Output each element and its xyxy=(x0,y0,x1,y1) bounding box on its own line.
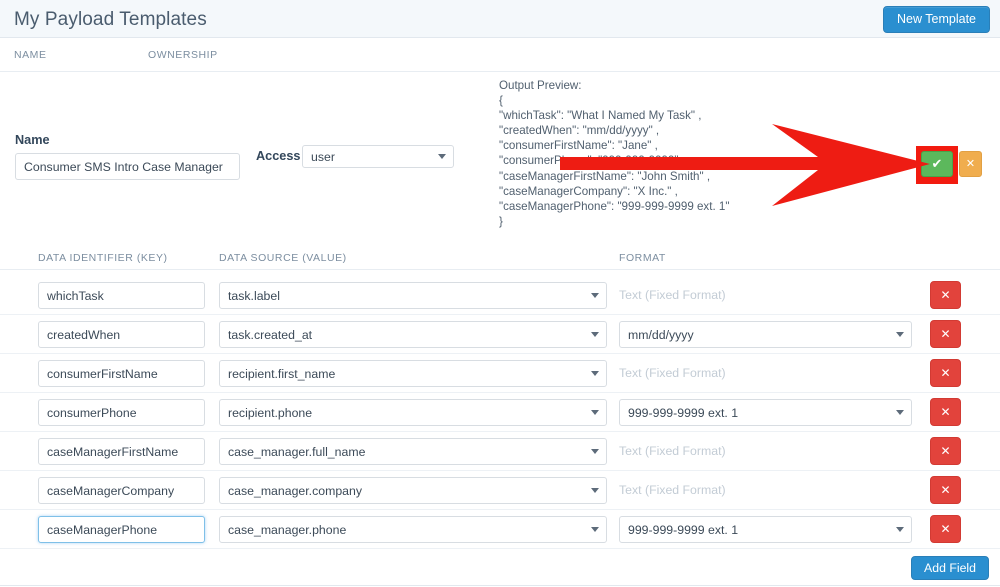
column-header-name: NAME xyxy=(14,49,47,61)
table-row: recipient.phone 999-999-9999 ext. 1 ✕ xyxy=(0,393,1000,432)
field-source-select-wrapper: recipient.first_name xyxy=(219,360,607,387)
page-title: My Payload Templates xyxy=(14,9,207,30)
field-source-select[interactable]: case_manager.full_name xyxy=(219,438,607,465)
field-format-select[interactable]: 999-999-9999 ext. 1 xyxy=(619,516,912,543)
table-row: recipient.first_name Text (Fixed Format) ✕ xyxy=(0,354,1000,393)
column-header-source: DATA SOURCE (VALUE) xyxy=(219,252,347,264)
template-name-input[interactable] xyxy=(15,153,240,180)
access-select[interactable]: user xyxy=(302,145,454,168)
field-source-select[interactable]: task.created_at xyxy=(219,321,607,348)
delete-field-button[interactable]: ✕ xyxy=(930,515,961,543)
field-key-input[interactable] xyxy=(38,516,205,543)
template-list-header: NAME OWNERSHIP xyxy=(0,39,1000,72)
access-select-wrapper: user xyxy=(302,145,454,168)
field-format-select-wrapper: mm/dd/yyyy xyxy=(619,321,912,348)
table-row: task.label Text (Fixed Format) ✕ xyxy=(0,276,1000,315)
delete-field-button[interactable]: ✕ xyxy=(930,281,961,309)
add-field-button[interactable]: Add Field xyxy=(911,556,989,580)
field-key-input[interactable] xyxy=(38,360,205,387)
field-source-select-wrapper: case_manager.full_name xyxy=(219,438,607,465)
cancel-edit-button[interactable]: ✕ xyxy=(959,151,982,177)
field-source-select-wrapper: recipient.phone xyxy=(219,399,607,426)
fields-table-body: task.labelText (Fixed Format)✕task.creat… xyxy=(0,276,1000,549)
column-header-format: FORMAT xyxy=(619,252,666,264)
field-key-input[interactable] xyxy=(38,477,205,504)
save-template-button[interactable]: ✔ xyxy=(921,151,953,177)
field-source-select[interactable]: recipient.phone xyxy=(219,399,607,426)
delete-field-button[interactable]: ✕ xyxy=(930,476,961,504)
fields-table-header: DATA IDENTIFIER (KEY) DATA SOURCE (VALUE… xyxy=(0,248,1000,270)
delete-field-button[interactable]: ✕ xyxy=(930,359,961,387)
field-format-select[interactable]: 999-999-9999 ext. 1 xyxy=(619,399,912,426)
access-label: Access xyxy=(256,149,301,163)
field-key-input[interactable] xyxy=(38,438,205,465)
field-source-select[interactable]: case_manager.phone xyxy=(219,516,607,543)
field-source-select-wrapper: task.created_at xyxy=(219,321,607,348)
delete-field-button[interactable]: ✕ xyxy=(930,437,961,465)
field-source-select-wrapper: case_manager.phone xyxy=(219,516,607,543)
table-row: case_manager.full_name Text (Fixed Format… xyxy=(0,432,1000,471)
field-source-select[interactable]: case_manager.company xyxy=(219,477,607,504)
output-preview: Output Preview: { "whichTask": "What I N… xyxy=(499,79,730,228)
field-key-input[interactable] xyxy=(38,321,205,348)
table-row: case_manager.company Text (Fixed Format) ✕ xyxy=(0,471,1000,510)
footer-divider xyxy=(0,585,1000,586)
field-format-static-text: Text (Fixed Format) xyxy=(619,444,726,458)
payload-template-editor-page: My Payload Templates New Template NAME O… xyxy=(0,0,1000,587)
field-format-static-text: Text (Fixed Format) xyxy=(619,288,726,302)
table-row: task.created_at mm/dd/yyyy ✕ xyxy=(0,315,1000,354)
field-format-static-text: Text (Fixed Format) xyxy=(619,366,726,380)
field-format-static-text: Text (Fixed Format) xyxy=(619,483,726,497)
field-key-input[interactable] xyxy=(38,399,205,426)
field-format-select-wrapper: 999-999-9999 ext. 1 xyxy=(619,516,912,543)
field-source-select[interactable]: recipient.first_name xyxy=(219,360,607,387)
delete-field-button[interactable]: ✕ xyxy=(930,398,961,426)
field-key-input[interactable] xyxy=(38,282,205,309)
page-header-bar: My Payload Templates New Template xyxy=(0,0,1000,38)
column-header-key: DATA IDENTIFIER (KEY) xyxy=(38,252,168,264)
name-label: Name xyxy=(15,133,50,147)
delete-field-button[interactable]: ✕ xyxy=(930,320,961,348)
field-source-select-wrapper: case_manager.company xyxy=(219,477,607,504)
field-source-select[interactable]: task.label xyxy=(219,282,607,309)
column-header-ownership: OWNERSHIP xyxy=(148,49,218,61)
field-format-select[interactable]: mm/dd/yyyy xyxy=(619,321,912,348)
field-format-select-wrapper: 999-999-9999 ext. 1 xyxy=(619,399,912,426)
table-row: case_manager.phone 999-999-9999 ext. 1 ✕ xyxy=(0,510,1000,549)
new-template-button[interactable]: New Template xyxy=(883,6,990,33)
field-source-select-wrapper: task.label xyxy=(219,282,607,309)
